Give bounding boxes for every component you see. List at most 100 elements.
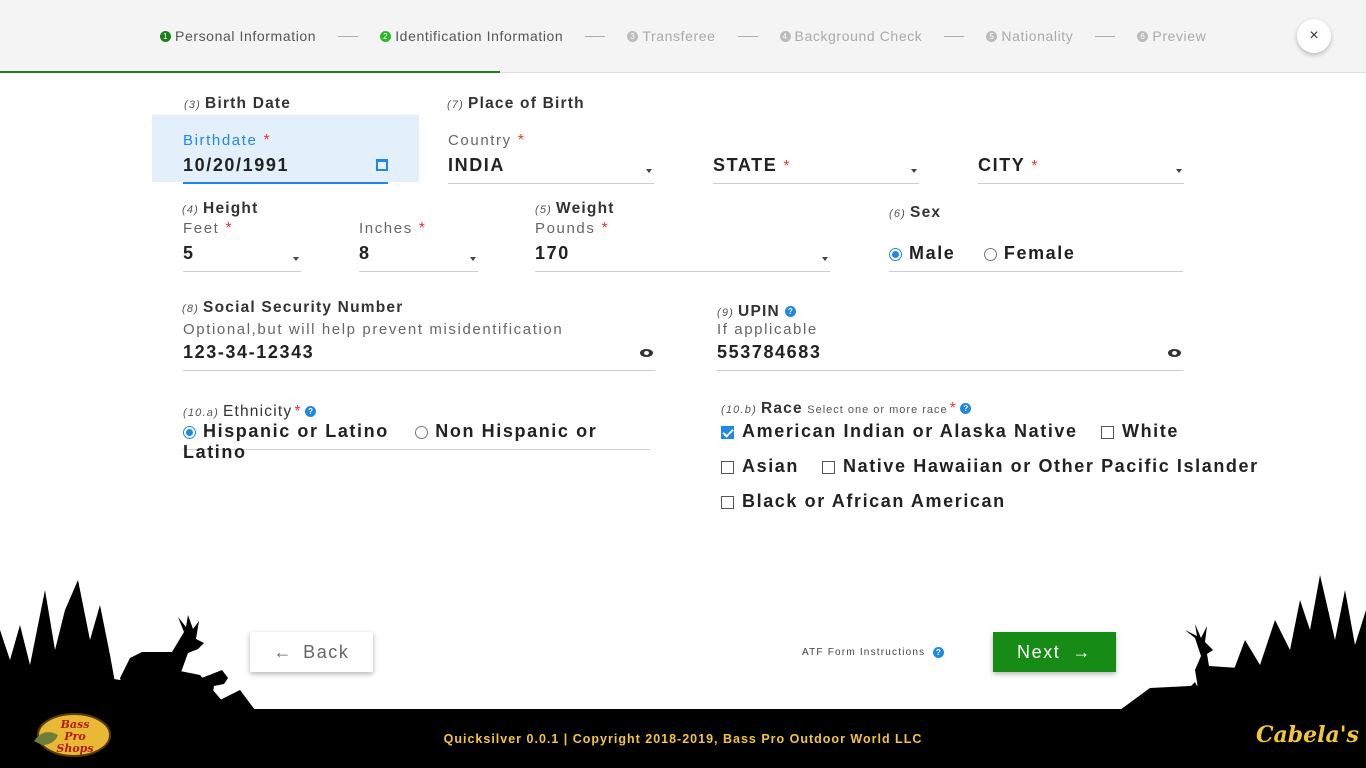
section-number: (10.b) <box>721 404 757 416</box>
section-number: (8) <box>182 303 200 315</box>
option-label: Black or African American <box>742 491 1006 511</box>
checkbox-icon[interactable] <box>1101 426 1114 440</box>
next-button-label: Next <box>1016 641 1061 662</box>
arrow-left-icon: ← <box>273 641 294 662</box>
birthdate-input[interactable]: 10/20/1991 <box>183 155 388 184</box>
birth-date-heading: (3) Birth Date <box>184 95 291 113</box>
calendar-icon[interactable] <box>376 159 388 171</box>
race-option-native-hawaiian[interactable]: Native Hawaiian or Other Pacific Islande… <box>822 456 1259 477</box>
eye-icon[interactable] <box>640 349 653 357</box>
step-separator <box>737 35 758 37</box>
section-title: Place of Birth <box>468 95 585 112</box>
footer: Quicksilver 0.0.1 | Copyright 2018-2019,… <box>0 709 1366 768</box>
step-separator <box>1095 35 1116 37</box>
next-button[interactable]: Next → <box>993 632 1116 672</box>
checkbox-icon[interactable] <box>822 461 835 475</box>
ssn-input[interactable]: 123-34-12343 <box>183 342 655 371</box>
step-separator <box>585 35 606 37</box>
option-label: Hispanic or Latino <box>203 421 389 441</box>
required-mark: * <box>517 132 524 149</box>
atf-instructions-link[interactable]: ATF Form Instructions ? <box>802 647 945 658</box>
upin-value: 553784683 <box>717 342 822 362</box>
option-label: Asian <box>742 456 800 476</box>
help-icon[interactable]: ? <box>960 403 972 415</box>
feet-label: Feet * <box>183 220 232 238</box>
race-hint: Select one or more race <box>807 404 948 416</box>
state-select[interactable]: STATE * <box>713 155 919 184</box>
step-preview[interactable]: 6 Preview <box>1137 28 1206 44</box>
step-personal-information[interactable]: 1 Personal Information <box>160 28 316 44</box>
help-icon[interactable]: ? <box>933 647 945 658</box>
radio-selected-icon[interactable] <box>889 248 902 262</box>
step-number: 4 <box>779 30 791 42</box>
city-label: CITY <box>978 155 1026 175</box>
birthdate-value: 10/20/1991 <box>183 155 290 175</box>
radio-icon[interactable] <box>983 248 997 262</box>
upin-input[interactable]: 553784683 <box>717 342 1183 371</box>
help-icon[interactable]: ? <box>785 306 797 318</box>
ethnicity-option-hispanic[interactable]: Hispanic or Latino <box>183 421 389 441</box>
feet-select[interactable]: 5 <box>183 243 301 272</box>
section-number: (7) <box>447 99 465 111</box>
race-option-black[interactable]: Black or African American <box>721 491 1006 512</box>
weight-heading: (5) Weight <box>535 200 615 218</box>
section-title: Birth Date <box>205 95 292 112</box>
bass-pro-shops-logo: Bass Pro Shops <box>34 713 111 757</box>
progress-bar <box>0 71 500 73</box>
field-label: Inches <box>359 220 413 237</box>
state-label: STATE <box>713 155 778 175</box>
sex-option-female[interactable]: Female <box>983 243 1076 263</box>
chevron-down-icon <box>646 169 652 173</box>
checkbox-checked-icon[interactable] <box>721 426 734 440</box>
back-button-label: Back <box>303 641 350 662</box>
radio-icon[interactable] <box>415 426 429 440</box>
step-background-check[interactable]: 4 Background Check <box>779 28 923 44</box>
field-label: Pounds <box>535 220 596 237</box>
chevron-down-icon <box>293 257 299 261</box>
section-title: Weight <box>556 200 615 217</box>
sex-option-male[interactable]: Male <box>889 243 955 263</box>
step-transferee[interactable]: 3 Transferee <box>627 28 715 44</box>
race-option-white[interactable]: White <box>1101 421 1179 442</box>
city-select[interactable]: CITY * <box>978 155 1184 184</box>
country-select[interactable]: INDIA <box>448 155 654 184</box>
pounds-value: 170 <box>535 243 570 263</box>
section-title: Ethnicity <box>222 403 293 420</box>
option-label: Native Hawaiian or Other Pacific Islande… <box>843 456 1259 476</box>
step-label: Preview <box>1152 28 1207 44</box>
step-identification-information[interactable]: 2 Identification Information <box>380 28 563 44</box>
copyright-text: Quicksilver 0.0.1 | Copyright 2018-2019,… <box>443 732 923 746</box>
eye-icon[interactable] <box>1168 349 1181 357</box>
step-number: 3 <box>627 30 639 42</box>
pounds-select[interactable]: 170 <box>535 243 830 272</box>
help-icon[interactable]: ? <box>305 406 317 418</box>
back-button[interactable]: ← Back <box>250 632 373 672</box>
checkbox-icon[interactable] <box>721 461 734 475</box>
section-number: (4) <box>182 204 200 216</box>
required-mark: * <box>783 158 790 175</box>
sex-heading: (6) Sex <box>889 204 941 222</box>
chevron-down-icon <box>1176 169 1182 173</box>
checkbox-icon[interactable] <box>721 496 734 510</box>
close-button[interactable]: × <box>1297 19 1331 53</box>
ssn-hint: Optional,but will help prevent misidenti… <box>183 321 564 338</box>
field-label: Country <box>448 132 512 149</box>
step-number: 2 <box>380 30 392 42</box>
race-option-american-indian[interactable]: American Indian or Alaska Native <box>721 421 1078 442</box>
step-label: Transferee <box>642 28 716 44</box>
race-option-asian[interactable]: Asian <box>721 456 799 477</box>
step-nationality[interactable]: 5 Nationality <box>986 28 1073 44</box>
inches-select[interactable]: 8 <box>359 243 478 272</box>
field-label: Birthdate <box>183 132 258 149</box>
country-value: INDIA <box>448 155 505 175</box>
required-mark: * <box>418 220 426 237</box>
upin-hint: If applicable <box>717 321 818 338</box>
wizard-header: 1 Personal Information 2 Identification In… <box>0 0 1366 73</box>
section-number: (10.a) <box>183 407 219 419</box>
inches-label: Inches * <box>359 220 425 238</box>
cabelas-logo: Cabela's <box>1256 722 1359 748</box>
inches-value: 8 <box>359 243 371 263</box>
step-number: 1 <box>160 30 171 42</box>
radio-selected-icon[interactable] <box>183 426 196 440</box>
step-label: Identification Information <box>395 28 564 44</box>
